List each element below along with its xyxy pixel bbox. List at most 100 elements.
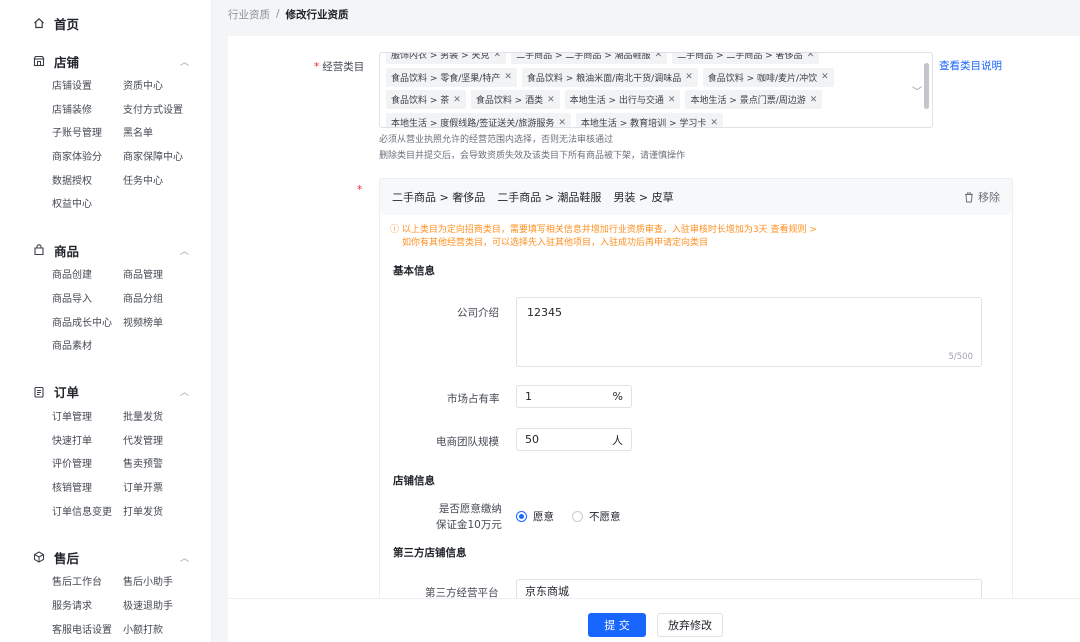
nav-section-store-header[interactable]: 店铺 ︿ (0, 50, 211, 72)
sidebar-item[interactable]: 子账号管理 (52, 122, 123, 146)
scrollbar-thumb[interactable] (924, 63, 929, 109)
sidebar-item[interactable]: 客服电话设置 (52, 619, 123, 642)
nav-section-order-header[interactable]: 订单 ︿ (0, 381, 211, 403)
category-tag: 食品饮料 > 酒类 ✕ (470, 90, 560, 110)
category-multiselect[interactable]: 服饰内衣 > 男装 > 夹克 ✕ 二手商品 > 二手商品 > 潮品鞋服 ✕ 二手商品… (379, 52, 933, 128)
sidebar-item[interactable]: 服务请求 (52, 595, 123, 619)
sidebar-item[interactable]: 商品导入 (52, 288, 123, 312)
sidebar-item[interactable]: 售后工作台 (52, 571, 123, 595)
market-share-input[interactable]: 1 % (516, 385, 632, 408)
trash-icon (965, 192, 973, 202)
category-label-text: 经营类目 (322, 61, 365, 73)
sidebar-item[interactable]: 商品成长中心 (52, 312, 123, 336)
radio-dot (572, 511, 583, 522)
sidebar-item[interactable]: 评价管理 (52, 453, 123, 477)
sidebar-item[interactable]: 快速打单 (52, 430, 123, 454)
category-tag-list: 服饰内衣 > 男装 > 夹克 ✕ 二手商品 > 二手商品 > 潮品鞋服 ✕ 二手商品… (386, 53, 906, 127)
team-size-input[interactable]: 50 人 (516, 428, 632, 451)
order-icon (32, 385, 46, 399)
sidebar-item[interactable]: 订单管理 (52, 406, 123, 430)
close-icon[interactable]: ✕ (668, 95, 676, 105)
sidebar-item[interactable]: 售后小助手 (123, 571, 203, 595)
section-basic-info: 基本信息 (393, 265, 435, 277)
sidebar-item[interactable]: 视频榜单 (123, 312, 203, 336)
category-tag: 食品饮料 > 咖啡/麦片/冲饮 ✕ (702, 67, 834, 87)
close-icon[interactable]: ✕ (558, 118, 566, 127)
close-icon[interactable]: ✕ (685, 72, 693, 82)
store-icon (32, 54, 46, 68)
nav-section-store: 店铺 ︿ 店铺设置 资质中心 店铺装修 支付方式设置 子账号管理 黑名单 商家体… (0, 50, 211, 217)
close-icon[interactable]: ✕ (710, 118, 718, 127)
discard-button[interactable]: 放弃修改 (657, 613, 723, 637)
sidebar-item[interactable]: 任务中心 (123, 170, 203, 194)
warning-line-1: 以上类目为定向招商类目，需要填写相关信息并增加行业资质审查，入驻审核时长增加为3… (401, 225, 768, 235)
deposit-label-line-1: 是否愿意缴纳 (438, 503, 502, 515)
nav-section-goods-title: 商品 (54, 243, 80, 259)
sidebar-item[interactable]: 核销管理 (52, 477, 123, 501)
view-rules-link[interactable]: 查看规则 > (771, 225, 817, 235)
category-tag: 二手商品 > 二手商品 > 奢侈品 ✕ (672, 53, 820, 64)
close-icon[interactable]: ✕ (494, 53, 502, 60)
chevron-up-icon: ︿ (179, 553, 189, 564)
sidebar: 首页 店铺 ︿ 店铺设置 资质中心 店铺装修 支付方式设置 子账号管理 黑名单 … (0, 0, 212, 642)
category-tag: 食品饮料 > 茶 ✕ (386, 90, 466, 110)
close-icon[interactable]: ✕ (504, 72, 512, 82)
chevron-up-icon: ︿ (179, 246, 189, 257)
sidebar-item[interactable]: 小额打款 (123, 619, 203, 642)
sidebar-item[interactable]: 售卖预警 (123, 453, 203, 477)
nav-section-order: 订单 ︿ 订单管理 批量发货 快速打单 代发管理 评价管理 售卖预警 核销管理 … (0, 381, 211, 524)
remove-button[interactable]: 移除 (964, 189, 1000, 205)
sidebar-item[interactable]: 数据授权 (52, 170, 123, 194)
close-icon[interactable]: ✕ (821, 72, 829, 82)
qualification-category: 二手商品 > 奢侈品 (392, 191, 486, 204)
sidebar-item[interactable]: 商家体验分 (52, 146, 123, 170)
breadcrumb-parent[interactable]: 行业资质 (228, 7, 270, 22)
nav-section-goods-header[interactable]: 商品 ︿ (0, 239, 211, 261)
close-icon[interactable]: ✕ (807, 53, 815, 60)
close-icon[interactable]: ✕ (453, 95, 461, 105)
close-icon[interactable]: ✕ (547, 95, 555, 105)
sidebar-item[interactable]: 支付方式设置 (123, 99, 203, 123)
deposit-label-line-2: 保证金10万元 (436, 519, 502, 531)
close-icon[interactable]: ✕ (810, 95, 818, 105)
sidebar-item[interactable]: 商品分组 (123, 288, 203, 312)
nav-home-label: 首页 (54, 16, 80, 32)
category-tag: 食品饮料 > 粮油米面/南北干货/调味品 ✕ (521, 67, 698, 87)
nav-section-aftersale-title: 售后 (54, 550, 80, 566)
sidebar-item[interactable]: 极速退助手 (123, 595, 203, 619)
sidebar-item[interactable]: 权益中心 (52, 193, 123, 217)
radio-dot (516, 511, 527, 522)
remove-label: 移除 (978, 191, 1000, 204)
chevron-down-icon[interactable]: ﹀ (912, 83, 922, 98)
nav-home[interactable]: 首页 (0, 12, 211, 34)
radio-unwilling[interactable]: 不愿意 (572, 509, 621, 524)
sidebar-item[interactable]: 商品素材 (52, 335, 123, 359)
section-third-party: 第三方店铺信息 (393, 547, 467, 559)
sidebar-item[interactable]: 打单发货 (123, 501, 203, 525)
submit-button[interactable]: 提 交 (588, 613, 646, 637)
category-tag: 本地生活 > 度假线路/签证送关/旅游服务 ✕ (386, 113, 571, 127)
close-icon[interactable]: ✕ (655, 53, 663, 60)
category-tag: 服饰内衣 > 男装 > 夹克 ✕ (386, 53, 507, 64)
main-panel: * 经营类目 服饰内衣 > 男装 > 夹克 ✕ 二手商品 > 二手商品 > 潮品鞋服… (228, 36, 1080, 642)
sidebar-item[interactable]: 订单开票 (123, 477, 203, 501)
category-tag: 本地生活 > 出行与交通 ✕ (564, 90, 681, 110)
sidebar-item[interactable]: 批量发货 (123, 406, 203, 430)
sidebar-item[interactable]: 代发管理 (123, 430, 203, 454)
sidebar-item[interactable]: 店铺设置 (52, 75, 123, 99)
nav-section-aftersale-header[interactable]: 售后 ︿ (0, 546, 211, 568)
sidebar-item[interactable]: 店铺装修 (52, 99, 123, 123)
sidebar-item[interactable]: 资质中心 (123, 75, 203, 99)
category-tag: 本地生活 > 景点门票/周边游 ✕ (685, 90, 823, 110)
sidebar-item[interactable]: 商家保障中心 (123, 146, 203, 170)
view-category-link[interactable]: 查看类目说明 (939, 58, 1002, 73)
category-hint-scope: 必须从营业执照允许的经营范围内选择，否则无法审核通过 (379, 135, 614, 145)
section-shop-info: 店铺信息 (393, 475, 435, 487)
sidebar-item[interactable]: 商品创建 (52, 264, 123, 288)
nav-section-goods: 商品 ︿ 商品创建 商品管理 商品导入 商品分组 商品成长中心 视频榜单 商品素… (0, 239, 211, 359)
sidebar-item[interactable]: 商品管理 (123, 264, 203, 288)
radio-willing[interactable]: 愿意 (516, 509, 554, 524)
sidebar-item[interactable]: 黑名单 (123, 122, 203, 146)
sidebar-item[interactable]: 订单信息变更 (52, 501, 123, 525)
company-intro-textarea[interactable]: 12345 5/500 (516, 297, 982, 367)
